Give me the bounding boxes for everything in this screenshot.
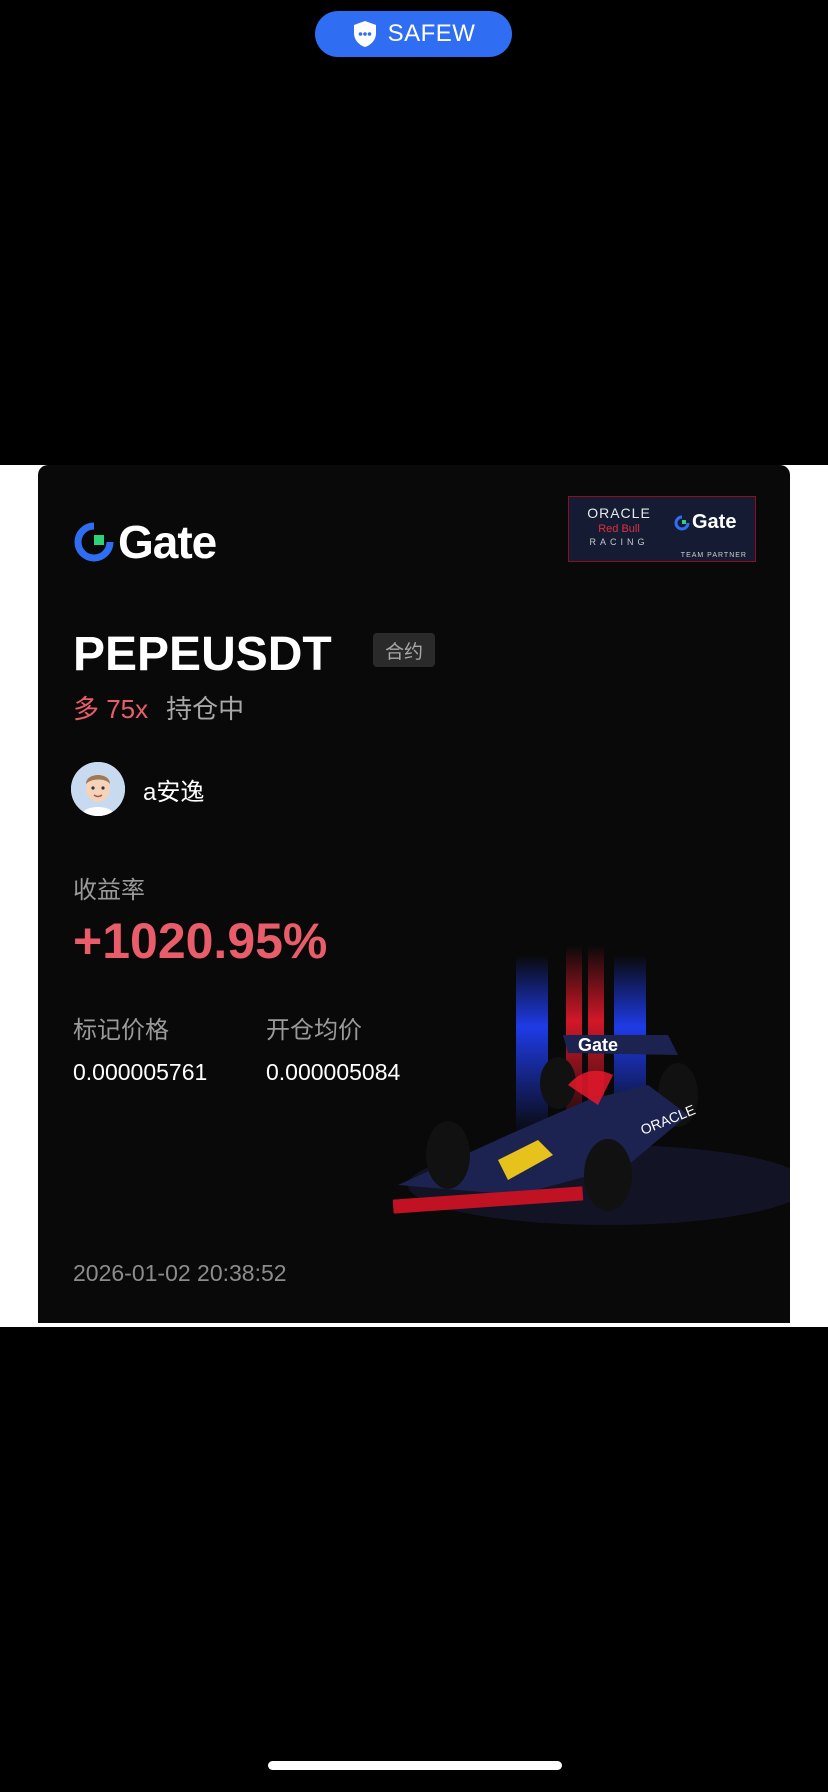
share-card: Gate ORACLE Red Bull RACING Gate TEAM PA… — [38, 465, 790, 1323]
gate-small-icon — [674, 515, 690, 530]
trading-pair: PEPEUSDT — [73, 628, 332, 681]
safew-label: SAFEW — [387, 20, 476, 47]
mark-price-value: 0.000005761 — [73, 1059, 208, 1085]
team-partner-badge: ORACLE Red Bull RACING Gate TEAM PARTNER — [568, 496, 756, 562]
home-indicator[interactable] — [268, 1761, 562, 1770]
safew-badge[interactable]: SAFEW — [315, 11, 512, 57]
oracle-label: ORACLE — [587, 505, 651, 521]
contract-tag: 合约 — [373, 633, 435, 667]
yield-label: 收益率 — [73, 877, 145, 904]
entry-price-label: 开仓均价 — [266, 1017, 362, 1044]
redbull-label: Red Bull — [598, 523, 640, 535]
race-car-illustration: Gate ORACLE — [392, 945, 790, 1225]
mark-price-label: 标记价格 — [73, 1017, 169, 1044]
position-info: 多 75x 持仓中 — [73, 689, 244, 726]
direction-leverage: 多 75x — [73, 694, 149, 724]
username: a安逸 — [143, 778, 205, 806]
team-partner-label: TEAM PARTNER — [680, 552, 747, 559]
gate-logo: Gate — [74, 515, 217, 569]
brand-name: Gate — [118, 516, 217, 568]
entry-price: 开仓均价 0.000005084 — [266, 1010, 400, 1086]
user-row: a安逸 — [71, 762, 204, 816]
screen: SAFEW Gate ORACLE Red Bull RACING Gate T… — [0, 0, 828, 1792]
entry-price-value: 0.000005084 — [266, 1059, 401, 1085]
yield-value: +1020.95% — [73, 913, 328, 969]
shield-chat-icon — [353, 21, 376, 47]
gate-logo-icon — [74, 522, 114, 562]
racing-label: RACING — [589, 537, 649, 547]
position-status: 持仓中 — [166, 694, 245, 724]
mark-price: 标记价格 0.000005761 — [73, 1010, 207, 1086]
timestamp: 2026-01-02 20:38:52 — [73, 1260, 287, 1286]
avatar — [71, 762, 125, 816]
partner-brand: Gate — [692, 511, 737, 533]
svg-text:Gate: Gate — [578, 1035, 618, 1055]
avatar-face-icon — [71, 762, 125, 816]
